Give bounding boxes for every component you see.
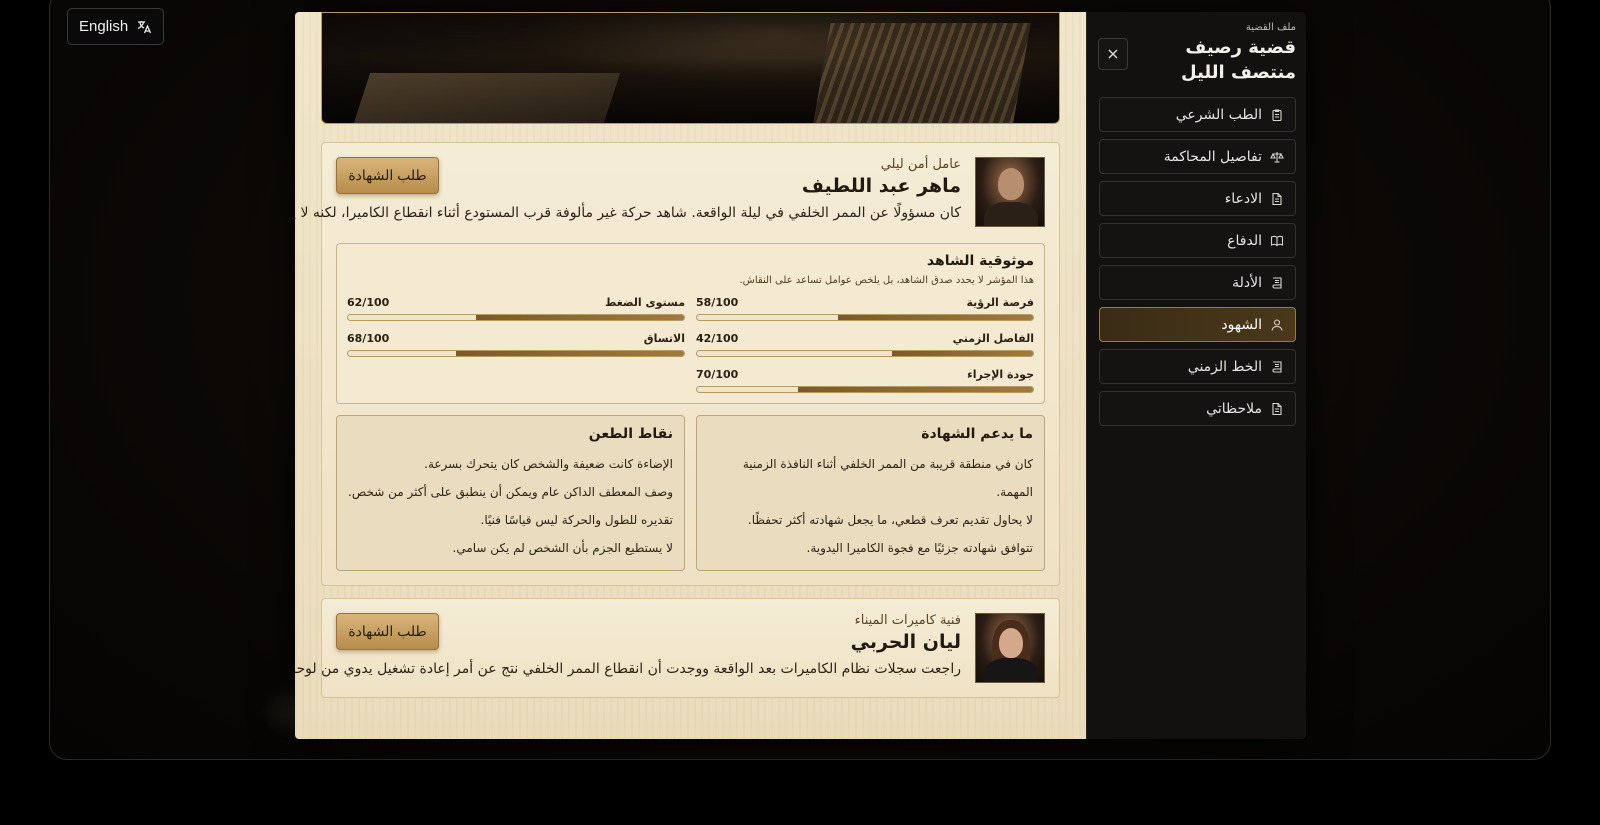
witness-portrait (975, 157, 1045, 227)
witness-bio: راجعت سجلات نظام الكاميرات بعد الواقعة و… (295, 661, 961, 677)
metric-value: 70/100 (696, 368, 739, 381)
request-testimony-button[interactable]: طلب الشهادة (336, 613, 439, 650)
metric-bar-fill (455, 351, 684, 356)
document-icon (1272, 192, 1282, 205)
metric-label: الاتساق (643, 332, 685, 345)
supports-item: كان في منطقة قريبة من الممر الخلفي أثناء… (742, 457, 1033, 499)
case-sidebar: ملف القضية قضية رصيف منتصف الليل الطب ال… (1086, 12, 1306, 739)
metric-value: 58/100 (696, 296, 739, 309)
metric-bar-fill (475, 315, 684, 320)
case-nav: الطب الشرعي تفاصيل المحاكمة الادعاء الدفاع ا… (1099, 97, 1296, 426)
reliability-metric: جودة الإجراء 70/100 (696, 368, 1034, 393)
challenges-item: وصف المعطف الداكن عام ويمكن أن ينطبق على… (348, 485, 673, 499)
metric-value: 62/100 (347, 296, 390, 309)
nav-item[interactable]: الادعاء (1099, 181, 1296, 216)
supports-item: لا يحاول تقديم تعرف قطعي، ما يجعل شهادته… (747, 513, 1033, 527)
hero-file-box (813, 23, 1031, 123)
reliability-title: موثوقية الشاهد (926, 253, 1034, 269)
case-caption: ملف القضية (1245, 22, 1296, 33)
nav-item[interactable]: الأدلة (1099, 265, 1296, 300)
metric-label: مستوى الضغط (604, 296, 685, 309)
metric-bar (696, 386, 1034, 393)
language-button[interactable]: English (67, 8, 165, 45)
hero-papers (353, 73, 621, 123)
metric-bar (347, 350, 685, 357)
nav-item-label: الشهود (1221, 316, 1262, 333)
case-title: قضية رصيف منتصف الليل (1181, 37, 1296, 83)
nav-item-label: الأدلة (1232, 274, 1262, 291)
nav-item[interactable]: الطب الشرعي (1099, 97, 1296, 132)
reliability-metric: مستوى الضغط 62/100 (347, 296, 685, 321)
witness-card: طلب الشهادة عامل أمن ليلي ماهر عبد اللطي… (295, 142, 1060, 586)
nav-item[interactable]: تفاصيل المحاكمة (1099, 139, 1296, 174)
clipboard-icon (1272, 108, 1282, 121)
language-label: English (79, 18, 129, 35)
metric-value: 68/100 (347, 332, 390, 345)
scales-icon (1270, 151, 1284, 163)
supports-item: تتوافق شهادته جزئيًا مع فجوة الكاميرا ال… (806, 541, 1034, 555)
metric-bar (696, 350, 1034, 357)
challenges-box: نقاط الطعن الإضاءة كانت ضعيفة والشخص كان… (336, 415, 685, 571)
close-icon (1108, 49, 1118, 59)
metric-value: 42/100 (696, 332, 739, 345)
reliability-metric: الفاصل الزمني 42/100 (696, 332, 1034, 357)
metric-bar-fill (838, 315, 1033, 320)
nav-item-label: تفاصيل المحاكمة (1163, 148, 1262, 165)
challenges-item: الإضاءة كانت ضعيفة والشخص كان يتحرك بسرع… (424, 457, 673, 471)
reliability-metric: الاتساق 68/100 (347, 332, 685, 357)
metric-label: جودة الإجراء (967, 368, 1034, 381)
nav-item[interactable]: ملاحظاتي (1099, 391, 1296, 426)
book-icon (1270, 235, 1284, 246)
supports-title: ما يدعم الشهادة (921, 426, 1033, 442)
metric-label: فرصة الرؤية (966, 296, 1034, 309)
nav-item-label: الادعاء (1224, 190, 1262, 207)
metric-bar-fill (891, 351, 1033, 356)
witness-card: طلب الشهادة فنية كاميرات الميناء ليان ال… (295, 598, 1060, 698)
user-icon (1271, 318, 1283, 331)
witness-bio: كان مسؤولًا عن الممر الخلفي في ليلة الوا… (295, 205, 961, 221)
nav-item-label: الدفاع (1227, 232, 1262, 249)
metric-bar (696, 314, 1034, 321)
nav-item[interactable]: الشهود (1099, 307, 1296, 342)
nav-item[interactable]: الدفاع (1099, 223, 1296, 258)
request-testimony-button[interactable]: طلب الشهادة (336, 157, 439, 194)
reliability-subtitle: هذا المؤشر لا يحدد صدق الشاهد، بل يلخص ع… (739, 275, 1034, 286)
close-button[interactable] (1098, 38, 1128, 70)
reliability-metric: فرصة الرؤية 58/100 (696, 296, 1034, 321)
case-modal: طلب الشهادة عامل أمن ليلي ماهر عبد اللطي… (295, 12, 1306, 739)
metric-bar-fill (797, 387, 1033, 392)
witness-portrait (975, 613, 1045, 683)
metric-label: الفاصل الزمني (952, 332, 1034, 345)
reliability-metrics: فرصة الرؤية 58/100 مستوى الضغط 62/100 الفاصل… (347, 296, 1034, 393)
scroll-icon (1272, 360, 1282, 373)
document-icon (1272, 402, 1282, 415)
nav-item-label: الخط الزمني (1187, 358, 1262, 375)
translate-icon (137, 20, 152, 33)
challenges-item: تقديره للطول والحركة ليس قياسًا فنيًا. (480, 513, 673, 527)
witnesses-panel[interactable]: طلب الشهادة عامل أمن ليلي ماهر عبد اللطي… (295, 12, 1086, 739)
hero-image (321, 12, 1060, 124)
challenges-title: نقاط الطعن (588, 426, 673, 442)
supports-box: ما يدعم الشهادة كان في منطقة قريبة من ال… (696, 415, 1045, 571)
nav-item-label: الطب الشرعي (1175, 106, 1262, 123)
nav-item-label: ملاحظاتي (1206, 400, 1262, 417)
nav-item[interactable]: الخط الزمني (1099, 349, 1296, 384)
metric-bar (347, 314, 685, 321)
scroll-icon (1272, 276, 1282, 289)
reliability-panel: موثوقية الشاهد هذا المؤشر لا يحدد صدق ال… (336, 243, 1045, 404)
challenges-item: لا يستطيع الجزم بأن الشخص لم يكن سامي. (452, 541, 674, 555)
